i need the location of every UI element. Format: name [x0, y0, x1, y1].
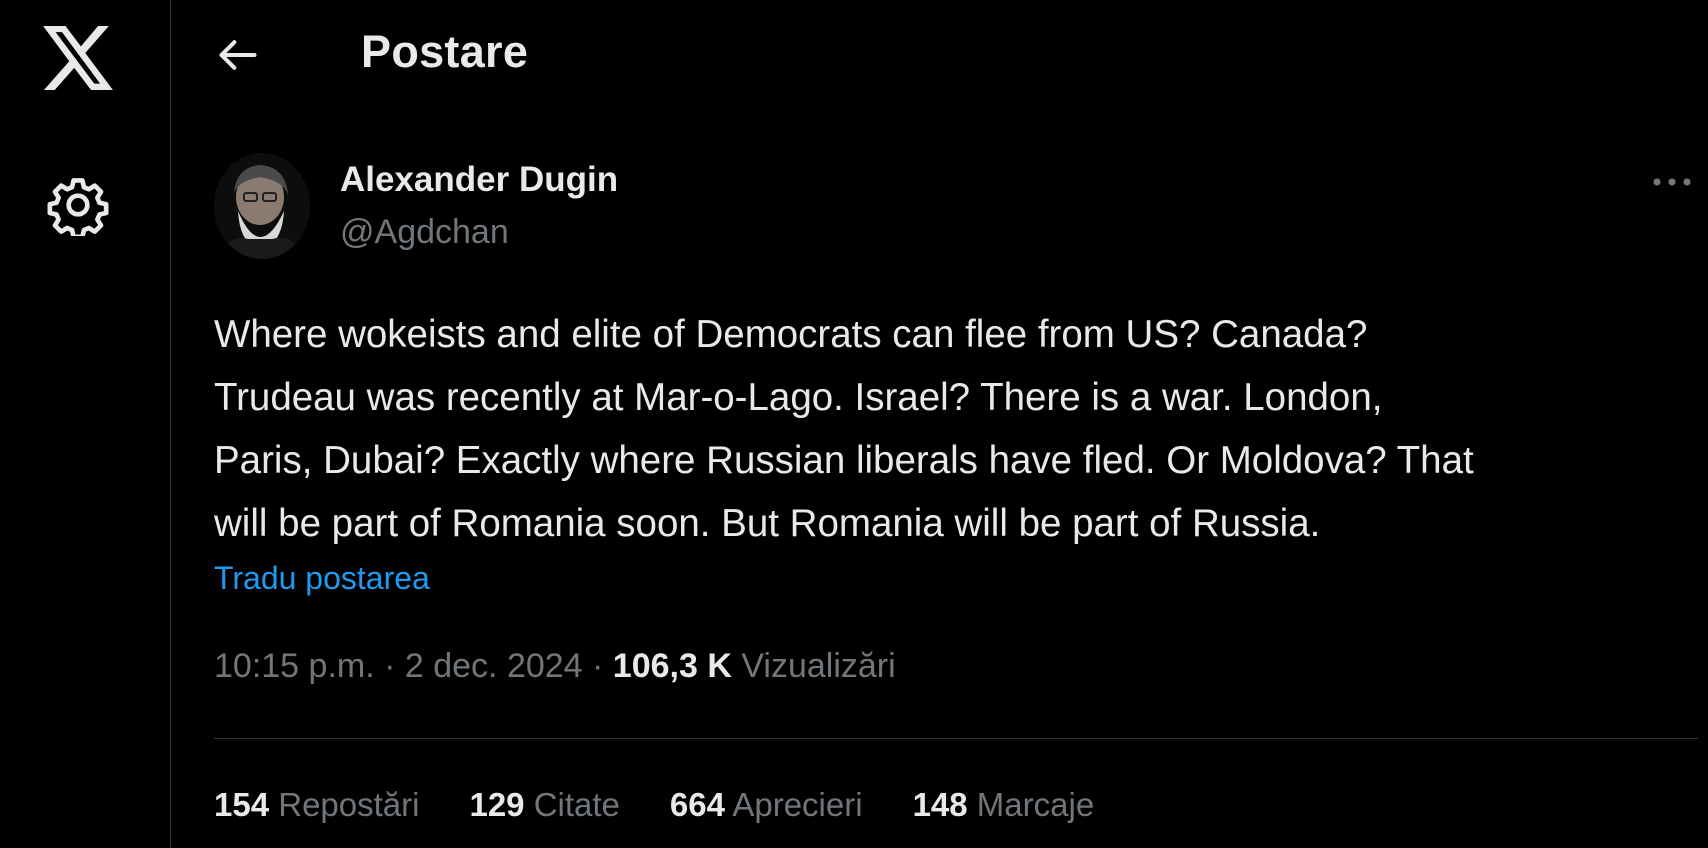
post-text-line: Paris, Dubai? Exactly where Russian libe… — [214, 439, 1474, 482]
views-label: Vizualizări — [741, 647, 896, 685]
stat-count: 129 — [469, 786, 525, 823]
post-date[interactable]: 2 dec. 2024 — [405, 647, 583, 685]
stat-count: 148 — [912, 786, 968, 823]
post-text-line: will be part of Romania soon. But Romani… — [214, 502, 1321, 545]
views-count: 106,3 K — [612, 647, 732, 685]
nav-rail — [0, 0, 171, 848]
stat-count: 664 — [669, 786, 725, 823]
stat-label: Repostări — [278, 786, 420, 823]
avatar[interactable] — [214, 153, 310, 259]
stat-label: Citate — [533, 786, 620, 823]
author-handle[interactable]: @Agdchan — [340, 213, 509, 252]
divider — [214, 738, 1698, 739]
post-text-line: Where wokeists and elite of Democrats ca… — [214, 313, 1368, 356]
more-horizontal-icon[interactable] — [1650, 172, 1694, 192]
stat-count: 154 — [214, 786, 270, 823]
author-name[interactable]: Alexander Dugin — [340, 160, 618, 200]
meta-separator: · — [374, 647, 405, 685]
stat-label: Aprecieri — [732, 786, 863, 823]
translate-post-link[interactable]: Tradu postarea — [214, 560, 430, 597]
post-text: Where wokeists and elite of Democrats ca… — [214, 303, 1684, 555]
post-text-line: Trudeau was recently at Mar-o-Lago. Isra… — [214, 376, 1383, 419]
quotes-stat[interactable]: 129 Citate — [469, 786, 619, 824]
post-time[interactable]: 10:15 p.m. — [214, 647, 375, 685]
engagement-stats: 154 Repostări 129 Citate 664 Aprecieri 148 … — [214, 786, 1144, 824]
page-header: Postare — [171, 0, 1708, 110]
avatar-image — [214, 153, 310, 259]
page-title: Postare — [361, 26, 529, 77]
bookmarks-stat[interactable]: 148 Marcaje — [913, 786, 1095, 824]
gear-icon[interactable] — [47, 174, 109, 236]
stat-label: Marcaje — [976, 786, 1095, 823]
x-logo-icon[interactable] — [43, 26, 113, 90]
post-meta: 10:15 p.m. · 2 dec. 2024 · 106,3 K Vizua… — [214, 647, 896, 686]
reposts-stat[interactable]: 154 Repostări — [214, 786, 419, 824]
meta-separator: · — [582, 647, 613, 685]
likes-stat[interactable]: 664 Aprecieri — [670, 786, 863, 824]
arrow-left-icon[interactable] — [216, 36, 260, 74]
